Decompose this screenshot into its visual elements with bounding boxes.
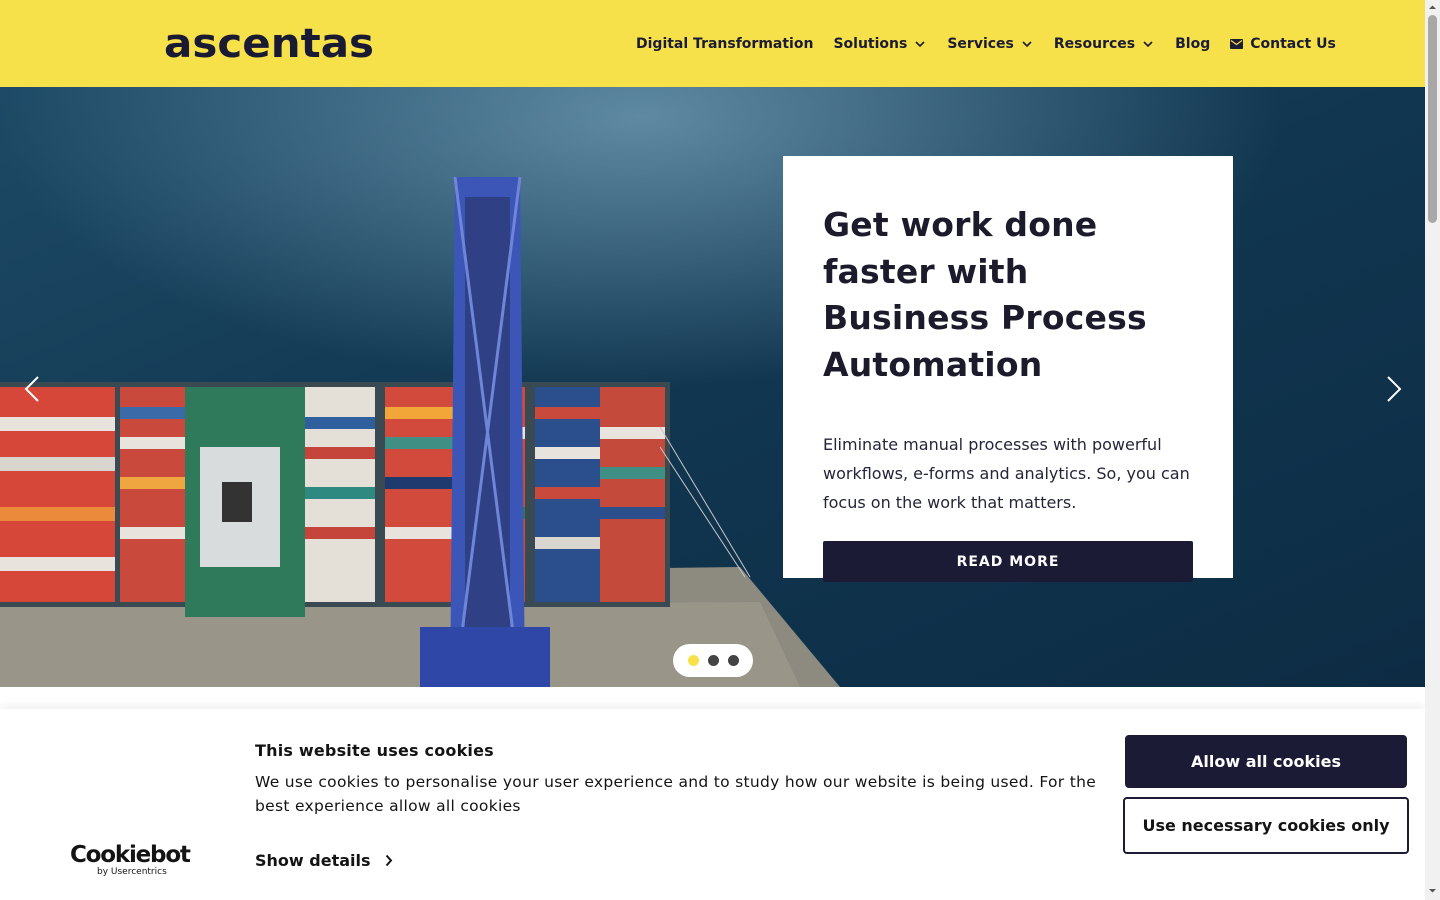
nav-label: Services <box>947 36 1014 52</box>
nav-digital-transformation[interactable]: Digital Transformation <box>636 36 813 52</box>
cookie-banner: Cookiebot by Usercentrics This website u… <box>0 709 1425 900</box>
page-scrollbar[interactable] <box>1425 0 1440 900</box>
chevron-down-icon <box>1022 41 1032 48</box>
show-details-link[interactable]: Show details <box>255 851 393 870</box>
nav-label: Contact Us <box>1250 36 1336 52</box>
scroll-down-arrow-icon[interactable] <box>1428 886 1437 895</box>
hero-slider: Get work done faster with Business Proce… <box>0 87 1425 687</box>
slider-prev-arrow-icon[interactable] <box>18 374 48 404</box>
cookiebot-brand-sub: by Usercentrics <box>97 867 167 877</box>
chevron-down-icon <box>915 41 925 48</box>
cookiebot-brand: Cookiebot <box>70 842 191 868</box>
chevron-right-icon <box>385 854 392 867</box>
hero-title: Get work done faster with Business Proce… <box>823 205 1147 384</box>
cookie-title: This website uses cookies <box>255 741 494 760</box>
cookiebot-logo: Cookiebot by Usercentrics <box>70 842 191 878</box>
slider-pagination <box>673 644 753 677</box>
hero-description: Eliminate manual processes with powerful… <box>823 435 1190 512</box>
nav-contact-us[interactable]: Contact Us <box>1230 36 1336 52</box>
nav-label: Blog <box>1175 36 1211 52</box>
show-details-label: Show details <box>255 851 371 870</box>
nav-blog[interactable]: Blog <box>1175 36 1210 52</box>
scroll-up-arrow-icon[interactable] <box>1428 3 1437 12</box>
scrollbar-thumb[interactable] <box>1428 15 1437 223</box>
mail-icon <box>1230 39 1244 49</box>
nav-services[interactable]: Services <box>947 36 1034 52</box>
nav-resources[interactable]: Resources <box>1054 36 1155 52</box>
nav-label: Resources <box>1053 36 1136 52</box>
slider-dot-1[interactable] <box>687 655 699 666</box>
slider-dot-2[interactable] <box>707 655 719 666</box>
nav-solutions[interactable]: Solutions <box>833 36 927 52</box>
site-header: ascentas Digital Transformation Solution… <box>0 0 1425 87</box>
read-more-button[interactable]: READ MORE <box>823 541 1193 582</box>
nav-label: Digital Transformation <box>636 36 814 52</box>
main-nav: Digital Transformation Solutions Service… <box>636 34 1336 54</box>
chevron-down-icon <box>1143 41 1153 48</box>
hero-card: Get work done faster with Business Proce… <box>783 156 1233 582</box>
slider-next-arrow-icon[interactable] <box>1380 374 1410 404</box>
necessary-cookies-button[interactable]: Use necessary cookies only <box>1123 797 1409 854</box>
ascentas-logo[interactable]: ascentas <box>164 22 374 66</box>
cookie-text: We use cookies to personalise your user … <box>255 773 1097 815</box>
allow-all-cookies-button[interactable]: Allow all cookies <box>1125 735 1407 788</box>
slider-dot-3[interactable] <box>727 655 739 666</box>
nav-label: Solutions <box>833 36 908 52</box>
